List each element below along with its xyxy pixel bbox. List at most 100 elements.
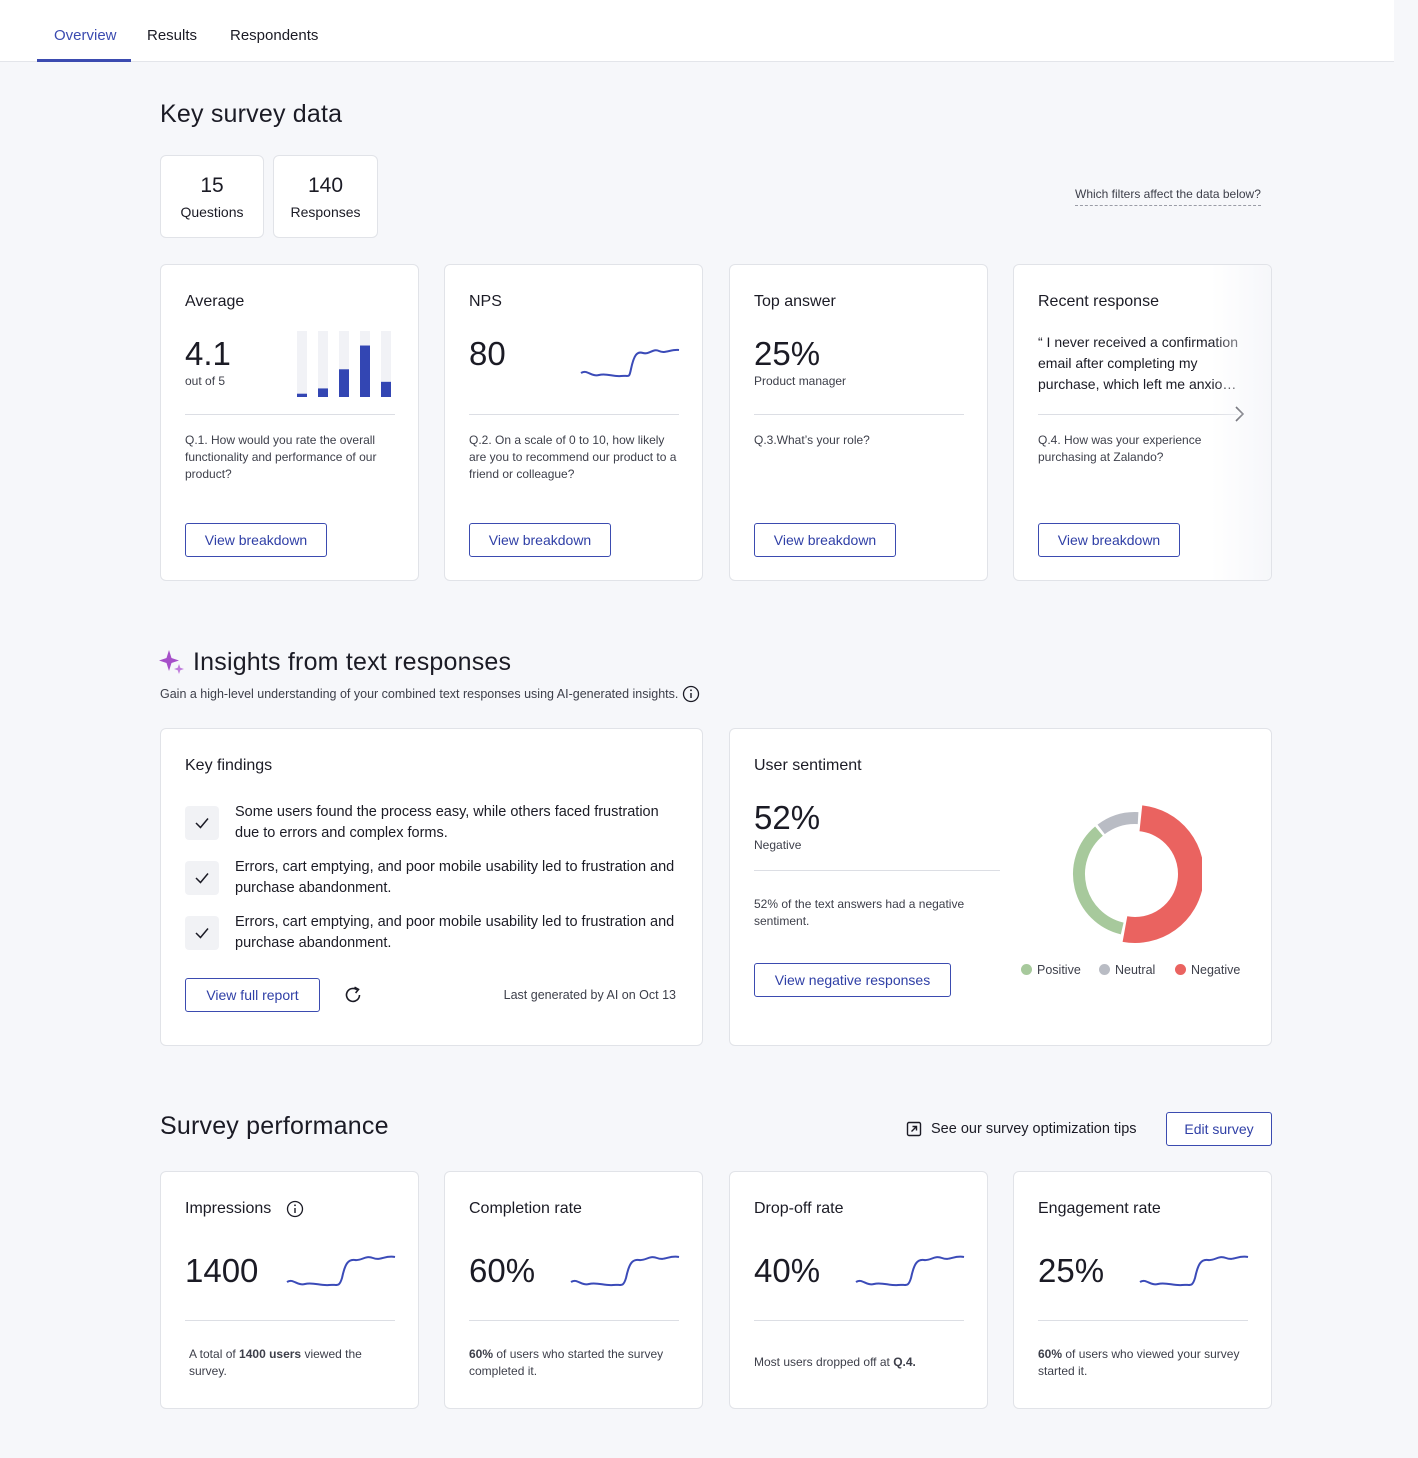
divider bbox=[1038, 414, 1238, 415]
average-scale: out of 5 bbox=[185, 374, 226, 388]
top-answer-card: Top answer 25% Product manager Q.3.What’… bbox=[729, 264, 988, 581]
view-full-report-button[interactable]: View full report bbox=[185, 978, 320, 1012]
impressions-sparkline bbox=[286, 1255, 396, 1287]
sentiment-description: 52% of the text answers had a negative s… bbox=[754, 897, 965, 928]
donut-slice-neutral bbox=[1097, 812, 1139, 835]
info-icon[interactable] bbox=[682, 685, 700, 703]
legend-dot bbox=[1099, 964, 1110, 975]
insights-subtitle: Gain a high-level understanding of your … bbox=[160, 687, 679, 701]
sentiment-label: Negative bbox=[754, 838, 802, 852]
divider bbox=[754, 1320, 964, 1321]
view-breakdown-button[interactable]: View breakdown bbox=[1038, 523, 1180, 557]
rating-bar-track bbox=[297, 331, 307, 397]
completion-rate-card: Completion rate 60% 60% of users who sta… bbox=[444, 1171, 703, 1409]
rating-bar bbox=[318, 388, 328, 397]
filters-info-link[interactable]: Which filters affect the data below? bbox=[1075, 187, 1261, 206]
question-text: Q.4. How was your experience purchasing … bbox=[1038, 433, 1202, 464]
info-icon[interactable] bbox=[286, 1200, 304, 1218]
responses-count: 140 bbox=[307, 174, 344, 197]
impressions-description: A total of 1400 users viewed the survey. bbox=[189, 1347, 362, 1378]
check-icon bbox=[185, 806, 219, 840]
top-nav: Overview Results Respondents bbox=[0, 0, 1394, 62]
edit-survey-button[interactable]: Edit survey bbox=[1166, 1112, 1272, 1146]
divider bbox=[469, 1320, 679, 1321]
tab-results[interactable]: Results bbox=[147, 27, 197, 44]
divider bbox=[754, 414, 964, 415]
question-text: Q.2. On a scale of 0 to 10, how likely a… bbox=[469, 433, 677, 481]
external-link-icon[interactable] bbox=[906, 1121, 922, 1137]
engagement-rate-value: 25% bbox=[1038, 1252, 1105, 1289]
legend-positive: Positive bbox=[1021, 963, 1081, 977]
rating-bar bbox=[339, 369, 349, 397]
key-findings-title: Key findings bbox=[185, 757, 273, 774]
card-title: Impressions bbox=[185, 1200, 272, 1217]
tab-overview[interactable]: Overview bbox=[54, 27, 117, 44]
rating-bar bbox=[381, 381, 391, 397]
top-answer-label: Product manager bbox=[754, 374, 847, 388]
drop-off-rate-value: 40% bbox=[754, 1252, 821, 1289]
view-negative-responses-button[interactable]: View negative responses bbox=[754, 963, 951, 997]
nps-sparkline bbox=[580, 348, 680, 378]
view-breakdown-button[interactable]: View breakdown bbox=[469, 523, 611, 557]
card-title: Completion rate bbox=[469, 1200, 582, 1217]
rating-bar bbox=[360, 345, 370, 397]
donut-slice-negative bbox=[1122, 805, 1202, 943]
responses-label: Responses bbox=[290, 204, 361, 220]
active-tab-indicator bbox=[37, 59, 131, 62]
questions-stat: 15 Questions bbox=[160, 155, 264, 238]
rating-distribution-chart bbox=[297, 331, 391, 397]
insights-heading: Insights from text responses bbox=[193, 648, 512, 676]
carousel-fade bbox=[1211, 265, 1271, 580]
tab-respondents[interactable]: Respondents bbox=[230, 27, 318, 44]
legend-neutral: Neutral bbox=[1099, 963, 1155, 977]
survey-performance-heading: Survey performance bbox=[160, 1112, 389, 1140]
donut-slice-positive bbox=[1073, 826, 1124, 935]
sentiment-value: 52% bbox=[754, 799, 821, 836]
rating-bar bbox=[297, 393, 307, 397]
optimization-tips-link[interactable]: See our survey optimization tips bbox=[931, 1121, 1137, 1137]
top-answer-value: 25% bbox=[754, 335, 821, 372]
last-generated-text: Last generated by AI on Oct 13 bbox=[503, 988, 676, 1002]
card-title: NPS bbox=[469, 293, 502, 310]
legend-label: Neutral bbox=[1115, 963, 1156, 977]
finding-item: Some users found the process easy, while… bbox=[235, 804, 659, 841]
sentiment-title: User sentiment bbox=[754, 757, 862, 774]
key-survey-data-heading: Key survey data bbox=[160, 100, 343, 128]
view-breakdown-button[interactable]: View breakdown bbox=[185, 523, 327, 557]
engagement-rate-description: 60% of users who viewed your survey star… bbox=[1038, 1347, 1240, 1378]
average-value: 4.1 bbox=[185, 335, 231, 372]
question-text: Q.3.What’s your role? bbox=[754, 433, 870, 447]
card-title: Top answer bbox=[754, 293, 836, 310]
card-title: Recent response bbox=[1038, 293, 1159, 310]
divider bbox=[754, 870, 1000, 871]
drop-off-rate-description: Most users dropped off at Q.4. bbox=[754, 1355, 916, 1369]
divider bbox=[1038, 1320, 1248, 1321]
user-sentiment-card: User sentiment 52% Negative 52% of the t… bbox=[729, 728, 1272, 1046]
legend-label: Negative bbox=[1191, 963, 1241, 977]
key-findings-card: Key findings Some users found the proces… bbox=[160, 728, 703, 1046]
completion-rate-value: 60% bbox=[469, 1252, 536, 1289]
responses-stat: 140 Responses bbox=[273, 155, 378, 238]
questions-count: 15 bbox=[200, 174, 224, 197]
completion-rate-sparkline bbox=[570, 1255, 680, 1287]
engagement-rate-card: Engagement rate 25% 60% of users who vie… bbox=[1013, 1171, 1272, 1409]
sentiment-donut-chart bbox=[1073, 805, 1202, 943]
card-title: Engagement rate bbox=[1038, 1200, 1161, 1217]
questions-label: Questions bbox=[180, 204, 244, 220]
impressions-card: Impressions 1400 A total of 1400 users v… bbox=[160, 1171, 419, 1409]
card-title: Average bbox=[185, 293, 245, 310]
view-breakdown-button[interactable]: View breakdown bbox=[754, 523, 896, 557]
drop-off-rate-sparkline bbox=[855, 1255, 965, 1287]
finding-item: Errors, cart emptying, and poor mobile u… bbox=[235, 859, 675, 896]
completion-rate-description: 60% of users who started the survey comp… bbox=[469, 1347, 664, 1378]
refresh-icon[interactable] bbox=[342, 984, 364, 1006]
legend-dot bbox=[1021, 964, 1032, 975]
average-card: Average 4.1 out of 5 Q.1. How would you … bbox=[160, 264, 419, 581]
recent-response-card: Recent response “ I never received a con… bbox=[1013, 264, 1272, 581]
nps-value: 80 bbox=[469, 335, 506, 372]
check-icon bbox=[185, 916, 219, 950]
divider bbox=[185, 1320, 395, 1321]
legend-label: Positive bbox=[1037, 963, 1081, 977]
divider bbox=[185, 414, 395, 415]
finding-item: Errors, cart emptying, and poor mobile u… bbox=[235, 914, 675, 951]
